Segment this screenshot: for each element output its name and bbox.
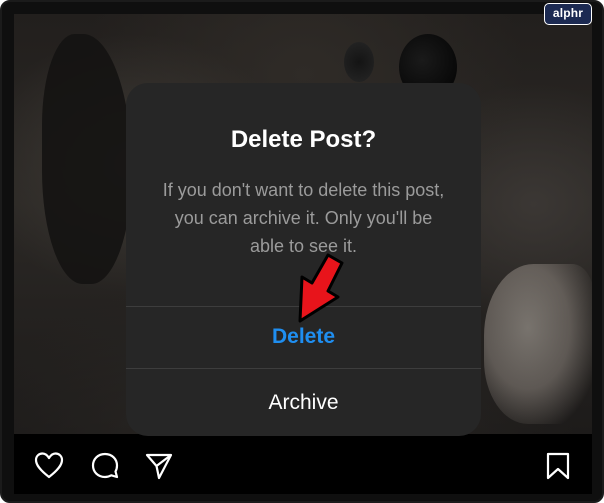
comment-icon[interactable] — [90, 451, 120, 481]
dialog-message: If you don't want to delete this post, y… — [162, 180, 445, 256]
share-icon[interactable] — [144, 451, 174, 481]
bookmark-icon[interactable] — [543, 451, 573, 481]
alphr-watermark-badge: alphr — [544, 3, 592, 25]
screenshot-frame: Delete Post? If you don't want to delete… — [0, 0, 604, 503]
dialog-divider-middle — [126, 368, 481, 369]
red-arrow-icon — [298, 253, 344, 323]
heart-icon[interactable] — [34, 451, 64, 481]
dog-snout — [484, 264, 592, 424]
dialog-title: Delete Post? — [230, 126, 377, 153]
dog-eye-left — [344, 42, 374, 82]
dog-ear — [42, 34, 132, 284]
archive-button[interactable]: Archive — [126, 373, 481, 433]
